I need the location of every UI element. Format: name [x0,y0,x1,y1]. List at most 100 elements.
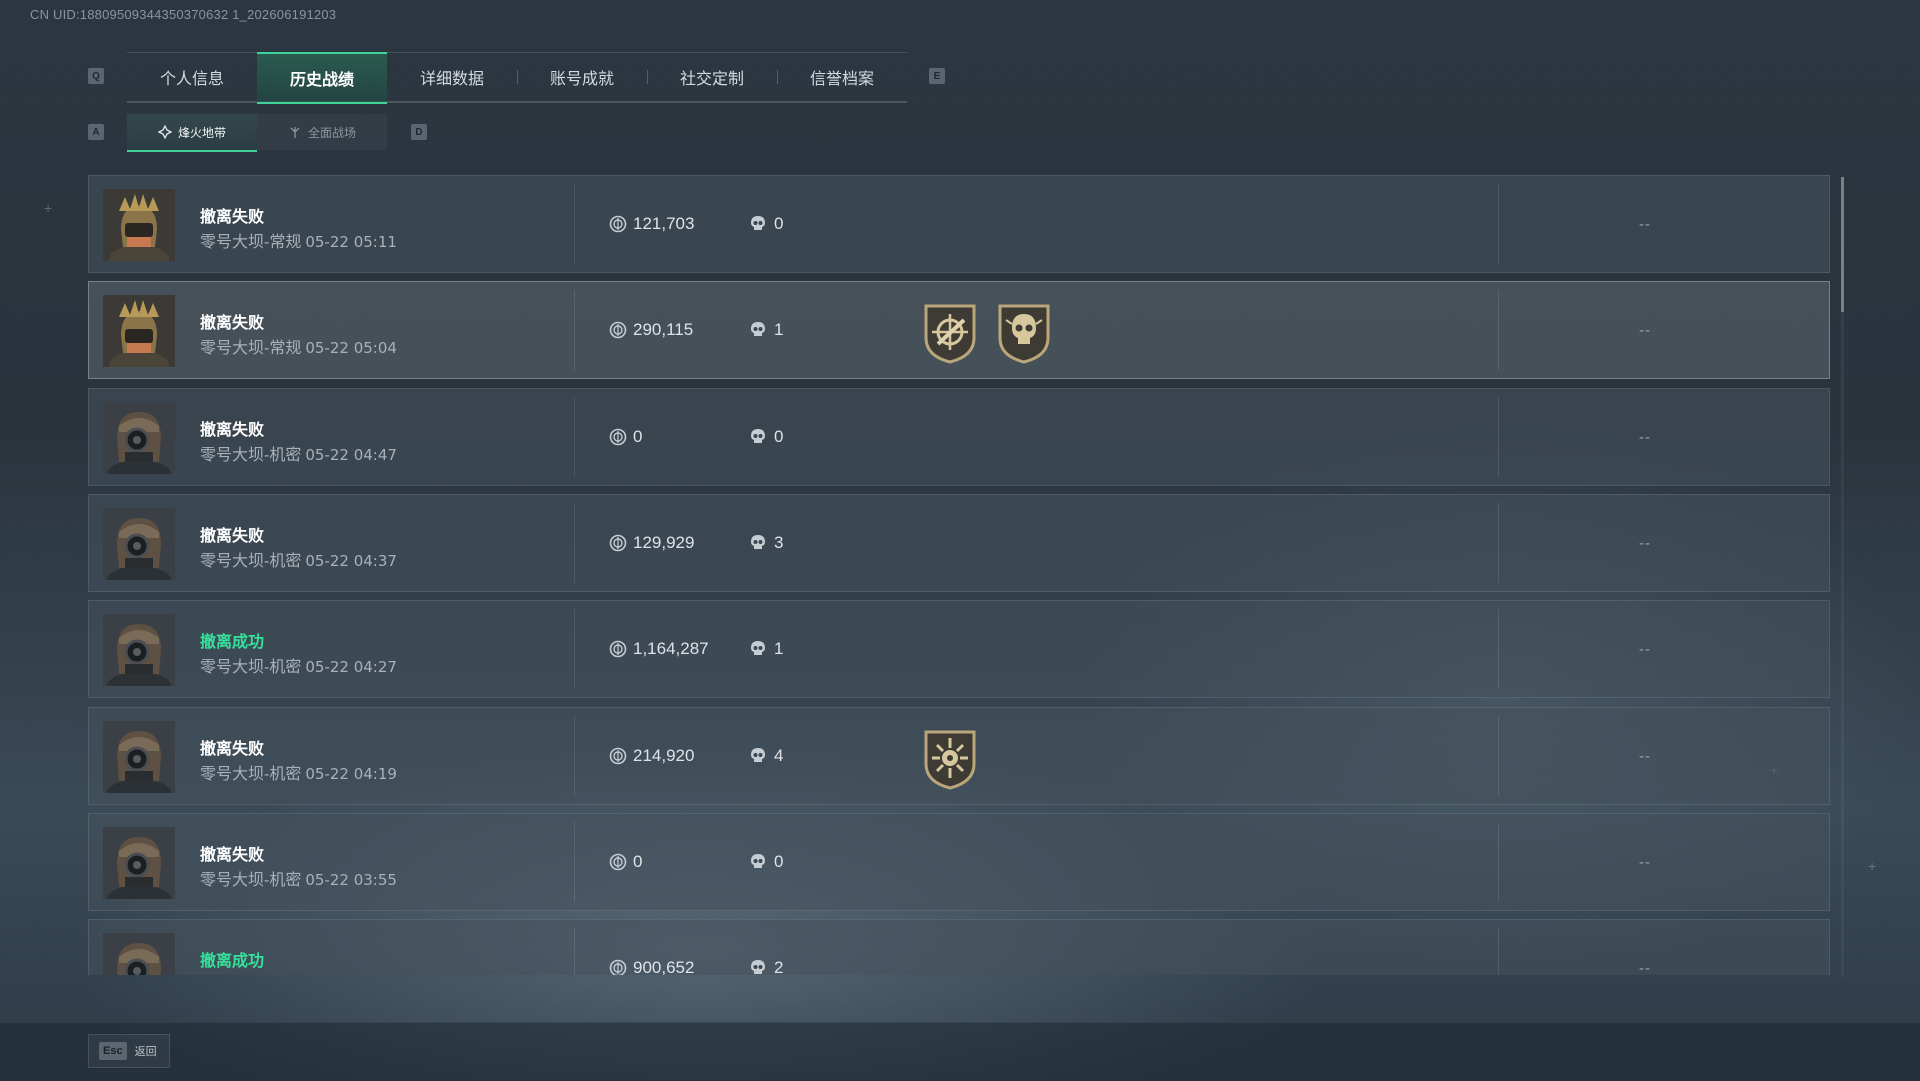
zone-icon [157,125,172,139]
tab-social[interactable]: 社交定制 [647,53,777,101]
back-button[interactable]: Esc 返回 [88,1034,170,1068]
kill-count-text: 1 [774,320,784,339]
subtab-battlefield[interactable]: 全面战场 [257,114,387,150]
subtab-battlefield-label: 全面战场 [307,125,356,140]
scrollbar-thumb[interactable] [1841,177,1844,312]
kill-icon [751,641,765,655]
deco-cross: + [1868,858,1877,874]
loot-value: 0 [609,852,642,872]
match-row[interactable]: 撤离成功 零号大坝-机密05-22 03:40 900,652 2 -- [88,919,1830,975]
back-label: 返回 [134,1046,157,1058]
loot-value-text: 290,115 [633,320,694,339]
match-row[interactable]: 撤离失败 零号大坝-机密 05-22 04:47 0 0 -- [88,388,1830,486]
divider [574,503,575,583]
match-row[interactable]: 撤离失败 零号大坝-机密 05-22 04:19 214,920 4 -- [88,707,1830,805]
divider [1498,822,1499,902]
loot-value-text: 214,920 [633,746,695,765]
map-name: 零号大坝-常规 [200,234,302,251]
kill-count-text: 3 [774,533,784,552]
kill-count-text: 0 [774,214,784,233]
map-name: 零号大坝-常规 [200,340,302,357]
match-result: -- [1639,854,1651,871]
match-time: 05-22 04:37 [305,552,397,570]
match-result: -- [1639,429,1651,446]
kill-icon [751,429,765,443]
divider [574,290,575,370]
map-name: 零号大坝-机密 [200,553,302,570]
divider [1498,609,1499,689]
match-info: 零号大坝-机密 05-22 04:37 [200,547,397,571]
loot-value: 900,652 [609,958,694,975]
tab-personal-info[interactable]: 个人信息 [127,53,257,101]
operator-avatar [103,614,175,686]
loot-value-text: 900,652 [633,958,695,975]
kill-count: 1 [750,320,783,340]
tab-detailed-data[interactable]: 详细数据 [387,53,517,101]
match-row[interactable]: 撤离失败 零号大坝-机密 05-22 04:37 129,929 3 -- [88,494,1830,592]
sun-badge-icon[interactable] [920,726,980,790]
extraction-status: 撤离失败 [200,209,265,226]
divider [574,184,575,264]
loot-value-text: 129,929 [633,533,695,552]
match-info: 零号大坝-机密 05-22 04:27 [200,653,397,677]
kill-icon [751,216,765,230]
kill-count: 3 [750,533,783,553]
loot-value: 1,164,287 [609,639,709,659]
loot-value-text: 121,703 [633,214,695,233]
kill-icon [751,854,765,868]
main-tabs: 个人信息 历史战绩 详细数据 账号成就 社交定制 信誉档案 [127,52,907,104]
match-row[interactable]: 撤离失败 零号大坝-机密 05-22 03:55 0 0 -- [88,813,1830,911]
kill-count: 0 [750,852,783,872]
key-prev-subtab[interactable]: A [88,124,104,140]
match-history-list: 撤离失败 零号大坝-常规 05-22 05:11 121,703 0 -- 撤离失… [88,175,1832,975]
match-time: 05-22 05:04 [305,339,397,357]
deco-cross: + [44,200,53,216]
match-time: 05-22 04:19 [305,765,397,783]
kill-icon [751,322,765,336]
match-row[interactable]: 撤离成功 零号大坝-机密 05-22 04:27 1,164,287 1 -- [88,600,1830,698]
subtab-zone[interactable]: 烽火地带 [127,114,257,152]
coin-icon [609,215,627,233]
match-result: -- [1639,748,1651,765]
kill-count: 0 [750,214,783,234]
match-row[interactable]: 撤离失败 零号大坝-常规 05-22 05:04 290,115 1 -- [88,281,1830,379]
tab-reputation[interactable]: 信誉档案 [777,53,907,101]
match-result: -- [1639,535,1651,552]
crosshair-badge-icon[interactable] [920,300,980,364]
divider [1498,184,1499,264]
coin-icon [609,640,627,658]
match-info: 零号大坝-常规 05-22 05:04 [200,334,397,358]
operator-avatar [103,508,175,580]
key-next-subtab[interactable]: D [411,124,427,140]
skull-badge-icon[interactable] [994,300,1054,364]
operator-avatar [103,295,175,367]
operator-avatar [103,721,175,793]
tab-match-history[interactable]: 历史战绩 [257,52,387,104]
tab-achievements[interactable]: 账号成就 [517,53,647,101]
match-time: 05-22 04:47 [305,446,397,464]
match-info: 零号大坝-机密05-22 03:40 [200,972,397,975]
loot-value: 129,929 [609,533,694,553]
key-prev-tab[interactable]: Q [88,68,104,84]
match-result: -- [1639,641,1651,658]
loot-value: 0 [609,427,642,447]
kill-count: 2 [750,958,783,975]
extraction-status: 撤离失败 [200,315,265,332]
kill-count-text: 4 [774,746,784,765]
operator-avatar [103,189,175,261]
map-name: 零号大坝-机密 [200,766,302,783]
match-info: 零号大坝-机密 05-22 04:19 [200,760,397,784]
coin-icon [609,428,627,446]
divider [1498,716,1499,796]
match-result: -- [1639,322,1651,339]
divider [574,609,575,689]
extraction-status: 撤离失败 [200,847,265,864]
key-next-tab[interactable]: E [929,68,945,84]
kill-count: 4 [750,746,783,766]
match-row[interactable]: 撤离失败 零号大坝-常规 05-22 05:11 121,703 0 -- [88,175,1830,273]
kill-count-text: 0 [774,427,784,446]
extraction-status: 撤离失败 [200,422,265,439]
extraction-status: 撤离成功 [200,634,265,651]
map-name: 零号大坝-机密 [200,659,302,676]
kill-count-text: 0 [774,852,784,871]
